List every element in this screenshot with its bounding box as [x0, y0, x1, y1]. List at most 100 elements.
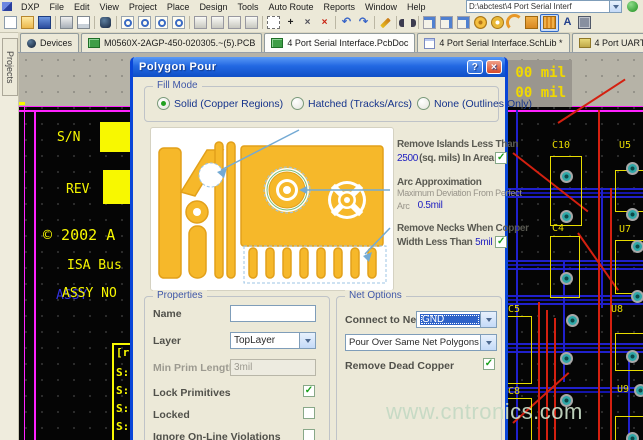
menu-help[interactable]: Help: [402, 2, 431, 12]
move-selection-icon[interactable]: +: [282, 15, 299, 31]
properties-legend: Properties: [153, 290, 207, 301]
interactive-wiring-icon[interactable]: [377, 15, 394, 31]
copy-icon[interactable]: [209, 15, 226, 31]
deselect-all-icon[interactable]: ×: [299, 15, 316, 31]
route-differential-icon[interactable]: [438, 15, 455, 31]
tab-uart-line-drivers[interactable]: 4 Port UART and Line Drivers.S: [572, 33, 643, 52]
paste-icon[interactable]: [226, 15, 243, 31]
document-path-combo[interactable]: D:\abctest\4 Port Serial Interf: [466, 0, 622, 13]
place-arc-icon[interactable]: [506, 15, 523, 31]
tab-label: M0560X-2AGP-450-020305.~(5).PCB: [104, 38, 255, 48]
remove-islands-checkbox[interactable]: [495, 152, 507, 164]
radio-solid[interactable]: Solid (Copper Regions): [157, 97, 283, 110]
radio-hatched-icon[interactable]: [291, 97, 304, 110]
dialog-body: Fill Mode Solid (Copper Regions) Hatched…: [133, 77, 505, 440]
print-preview-icon[interactable]: [75, 15, 92, 31]
pcb-document-icon: [271, 38, 283, 48]
remove-dead-copper-checkbox[interactable]: [483, 358, 495, 370]
save-document-icon[interactable]: [36, 15, 53, 31]
component-outline: [504, 316, 532, 384]
pcb-pad: [560, 352, 573, 365]
remove-islands-value[interactable]: 2500: [397, 153, 418, 164]
place-polygon-pour-icon[interactable]: [540, 14, 559, 32]
place-via-icon[interactable]: [489, 15, 506, 31]
note-line: [r: [116, 346, 129, 359]
remove-necks-checkbox[interactable]: [495, 236, 507, 248]
view-3d-icon[interactable]: [97, 15, 114, 31]
polygon-preview-panel: [150, 127, 394, 291]
chevron-down-icon[interactable]: [480, 312, 496, 327]
place-fill-icon[interactable]: [523, 15, 540, 31]
place-component-icon[interactable]: [576, 15, 593, 31]
tab-label: 4 Port Serial Interface.SchLib *: [439, 38, 562, 48]
redo-icon[interactable]: ↷: [355, 15, 372, 31]
undo-icon[interactable]: ↶: [338, 15, 355, 31]
interactive-routing-icon[interactable]: [421, 15, 438, 31]
menu-project[interactable]: Project: [124, 2, 162, 12]
menu-reports[interactable]: Reports: [319, 2, 361, 12]
note-line: S:: [116, 366, 129, 379]
radio-none[interactable]: None (Outlines Only): [417, 97, 532, 110]
place-string-icon[interactable]: A: [559, 15, 576, 31]
place-pad-icon[interactable]: [472, 15, 489, 31]
dialog-title-bar[interactable]: Polygon Pour ? ×: [133, 57, 505, 77]
tab-devices[interactable]: Devices: [20, 33, 79, 52]
dialog-help-button[interactable]: ?: [467, 60, 483, 74]
chevron-down-icon[interactable]: [299, 333, 315, 348]
paste-recall-icon[interactable]: [243, 15, 260, 31]
menu-edit[interactable]: Edit: [69, 2, 95, 12]
print-icon[interactable]: [58, 15, 75, 31]
menu-tools[interactable]: Tools: [232, 2, 263, 12]
knowledge-center-icon[interactable]: [627, 1, 638, 12]
application-window: DXP File Edit View Project Place Design …: [0, 0, 643, 440]
menu-dxp[interactable]: DXP: [16, 2, 45, 12]
find-similar-icon[interactable]: [399, 15, 416, 31]
combo-dropdown-icon[interactable]: [609, 1, 621, 12]
lock-primitives-checkbox[interactable]: [303, 385, 315, 397]
toolbar-separator: [262, 16, 263, 29]
radio-none-icon[interactable]: [417, 97, 430, 110]
pcb-pad: [560, 170, 573, 183]
menu-design[interactable]: Design: [194, 2, 232, 12]
designator: U5: [619, 140, 631, 151]
board-marker: [18, 102, 25, 105]
projects-panel-tab[interactable]: Projects: [2, 38, 18, 96]
radio-hatched[interactable]: Hatched (Tracks/Arcs): [291, 97, 412, 110]
name-input[interactable]: [230, 305, 316, 322]
pcb-trace: [601, 188, 603, 308]
zoom-selection-icon[interactable]: [170, 15, 187, 31]
cut-icon[interactable]: [192, 15, 209, 31]
layer-combo[interactable]: TopLayer: [230, 332, 316, 349]
clear-filter-icon[interactable]: ×: [316, 15, 333, 31]
arc-deviation-value[interactable]: 0.5mil: [418, 200, 443, 211]
menu-view[interactable]: View: [95, 2, 124, 12]
radio-solid-icon[interactable]: [157, 97, 170, 110]
menu-auto-route[interactable]: Auto Route: [263, 2, 318, 12]
tab-serial-interface-schlib[interactable]: 4 Port Serial Interface.SchLib *: [417, 33, 569, 52]
open-document-icon[interactable]: [19, 15, 36, 31]
zoom-in-icon[interactable]: [153, 15, 170, 31]
designator: C8: [508, 386, 520, 397]
fill-mode-legend: Fill Mode: [153, 80, 202, 91]
silkscreen-rev-label: REV: [66, 182, 89, 197]
neck-width-value[interactable]: 5mil: [475, 237, 492, 248]
tab-m0560x-pcb[interactable]: M0560X-2AGP-450-020305.~(5).PCB: [81, 33, 262, 52]
ignore-violations-checkbox[interactable]: [303, 429, 315, 440]
zoom-document-icon[interactable]: [119, 15, 136, 31]
menu-place[interactable]: Place: [162, 2, 195, 12]
schematic-library-icon: [424, 38, 435, 49]
dialog-title: Polygon Pour: [139, 61, 217, 73]
select-area-icon[interactable]: [265, 15, 282, 31]
pour-over-mode-combo[interactable]: Pour Over Same Net Polygons Only: [345, 334, 497, 351]
tab-serial-interface-pcbdoc[interactable]: 4 Port Serial Interface.PcbDoc: [264, 33, 415, 52]
zoom-area-icon[interactable]: [136, 15, 153, 31]
dxp-logo-icon[interactable]: [2, 2, 12, 11]
locked-checkbox[interactable]: [303, 407, 315, 419]
menu-window[interactable]: Window: [360, 2, 402, 12]
route-multi-icon[interactable]: [455, 15, 472, 31]
new-document-icon[interactable]: [2, 15, 19, 31]
menu-file[interactable]: File: [45, 2, 70, 12]
connect-to-net-combo[interactable]: GND: [416, 311, 497, 328]
dialog-close-button[interactable]: ×: [486, 60, 502, 74]
chevron-down-icon[interactable]: [480, 335, 496, 350]
